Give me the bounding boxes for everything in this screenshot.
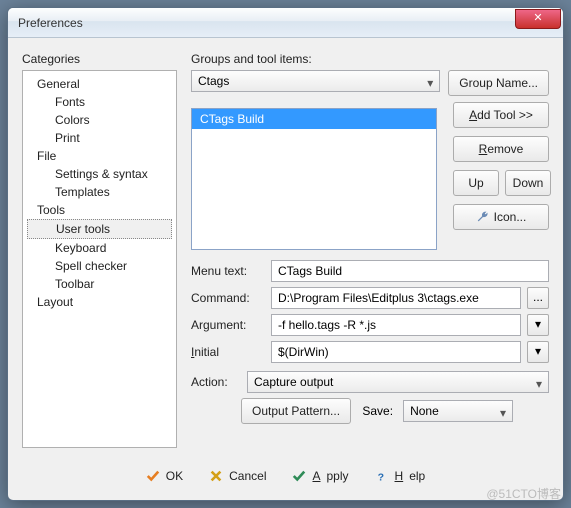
tree-file[interactable]: File xyxy=(23,147,176,165)
action-select[interactable]: Capture output xyxy=(247,371,549,393)
dialog-body: Categories General Fonts Colors Print Fi… xyxy=(8,38,563,452)
ok-button[interactable]: OK xyxy=(146,469,183,483)
group-name-button[interactable]: Group Name... xyxy=(448,70,549,96)
command-input[interactable]: D:\Program Files\Editplus 3\ctags.exe xyxy=(271,287,521,309)
check-icon xyxy=(292,469,306,483)
group-select-value: Ctags xyxy=(198,74,229,88)
tree-keyboard[interactable]: Keyboard xyxy=(23,239,176,257)
dialog-footer: OK Cancel Apply ? Help xyxy=(8,452,563,500)
tree-tools[interactable]: Tools xyxy=(23,201,176,219)
categories-tree[interactable]: General Fonts Colors Print File Settings… xyxy=(22,70,177,448)
tool-form: Menu text: CTags Build Command: D:\Progr… xyxy=(191,260,549,429)
tree-fonts[interactable]: Fonts xyxy=(23,93,176,111)
watermark: @51CTO博客 xyxy=(486,485,561,502)
initial-label: Initial xyxy=(191,345,265,359)
tree-print[interactable]: Print xyxy=(23,129,176,147)
apply-button[interactable]: Apply xyxy=(292,469,348,483)
menu-text-label: Menu text: xyxy=(191,264,265,278)
tool-side-buttons: Add Tool >> Remove Up Down Icon... xyxy=(453,102,549,250)
titlebar: Preferences ✕ xyxy=(8,8,563,38)
save-select[interactable]: None xyxy=(403,400,513,422)
preferences-window: Preferences ✕ Categories General Fonts C… xyxy=(7,7,564,501)
categories-heading: Categories xyxy=(22,52,177,66)
tree-colors[interactable]: Colors xyxy=(23,111,176,129)
groups-heading: Groups and tool items: xyxy=(191,52,549,66)
remove-button[interactable]: Remove xyxy=(453,136,549,162)
cancel-button[interactable]: Cancel xyxy=(209,469,266,483)
argument-input[interactable]: -f hello.tags -R *.js xyxy=(271,314,521,336)
tree-templates[interactable]: Templates xyxy=(23,183,176,201)
help-icon: ? xyxy=(375,469,389,483)
window-title: Preferences xyxy=(18,16,515,30)
tree-settings-syntax[interactable]: Settings & syntax xyxy=(23,165,176,183)
tree-user-tools[interactable]: User tools xyxy=(27,219,172,239)
initial-input[interactable]: $(DirWin) xyxy=(271,341,521,363)
action-label: Action: xyxy=(191,375,241,389)
menu-text-input[interactable]: CTags Build xyxy=(271,260,549,282)
tree-toolbar[interactable]: Toolbar xyxy=(23,275,176,293)
down-button[interactable]: Down xyxy=(505,170,551,196)
tool-items-list[interactable]: CTags Build xyxy=(191,108,437,250)
x-icon xyxy=(209,469,223,483)
close-button[interactable]: ✕ xyxy=(515,9,561,29)
command-browse-button[interactable]: ... xyxy=(527,287,549,309)
up-button[interactable]: Up xyxy=(453,170,499,196)
tree-spell-checker[interactable]: Spell checker xyxy=(23,257,176,275)
check-icon xyxy=(146,469,160,483)
wrench-icon xyxy=(476,210,490,224)
tool-items-panel: Groups and tool items: Ctags Group Name.… xyxy=(191,52,549,448)
tree-layout[interactable]: Layout xyxy=(23,293,176,311)
icon-button[interactable]: Icon... xyxy=(453,204,549,230)
list-item[interactable]: CTags Build xyxy=(192,109,436,129)
add-tool-button[interactable]: Add Tool >> xyxy=(453,102,549,128)
tree-general[interactable]: General xyxy=(23,75,176,93)
categories-panel: Categories General Fonts Colors Print Fi… xyxy=(22,52,177,448)
svg-text:?: ? xyxy=(377,471,383,483)
argument-label: Argument: xyxy=(191,318,265,332)
argument-dropdown-button[interactable]: ▾ xyxy=(527,314,549,336)
save-label: Save: xyxy=(357,404,397,418)
help-button[interactable]: ? Help xyxy=(375,469,426,483)
output-pattern-button[interactable]: Output Pattern... xyxy=(241,398,351,424)
initial-dropdown-button[interactable]: ▾ xyxy=(527,341,549,363)
group-select[interactable]: Ctags xyxy=(191,70,440,92)
command-label: Command: xyxy=(191,291,265,305)
